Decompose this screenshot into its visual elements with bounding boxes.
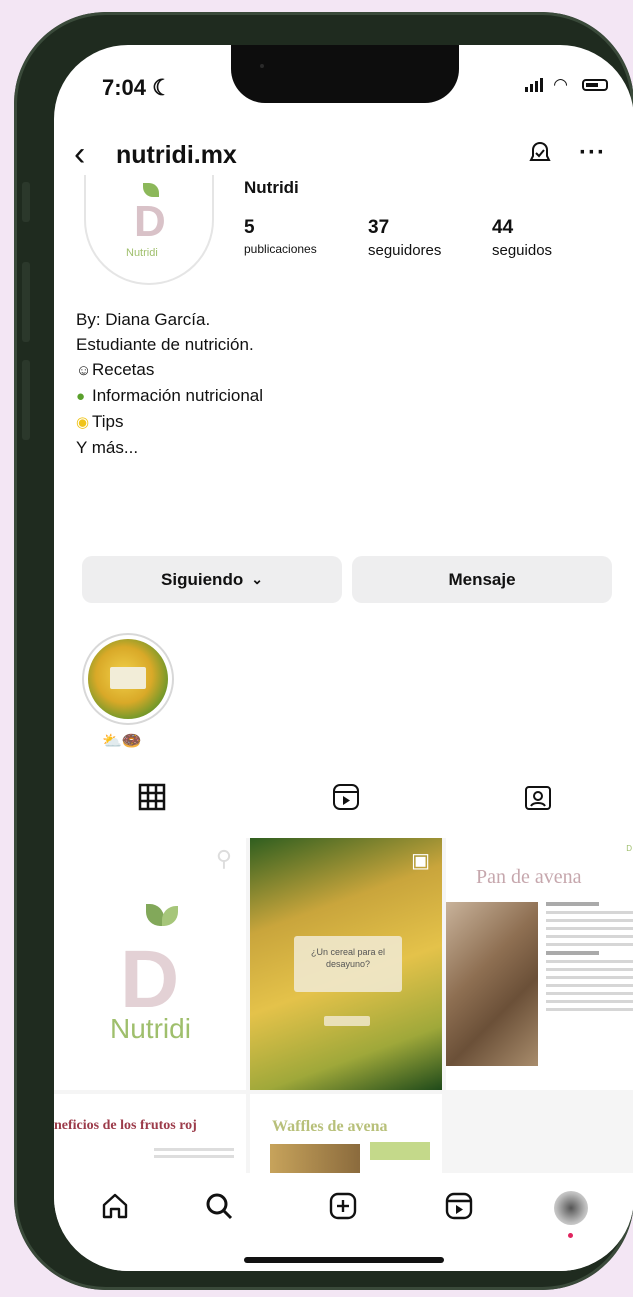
pin-icon: ⚲ xyxy=(215,846,232,871)
profile-avatar[interactable] xyxy=(554,1191,588,1225)
bio: By: Diana García. Estudiante de nutrició… xyxy=(76,310,264,457)
chevron-down-icon: ⌄ xyxy=(251,571,263,587)
notch xyxy=(231,45,459,103)
status-icons: ◠ xyxy=(525,75,608,95)
tagged-icon[interactable] xyxy=(524,783,552,818)
post-pan-avena[interactable]: D Pan de avena xyxy=(446,838,633,1090)
battery-icon xyxy=(582,79,608,91)
home-icon[interactable] xyxy=(100,1191,130,1228)
lightbulb-icon: ◉ xyxy=(76,414,90,431)
back-button[interactable]: ‹ xyxy=(74,137,85,171)
post-reel-cereal[interactable]: ▣ ¿Un cereal para el desayuno? xyxy=(250,838,442,1090)
wifi-icon: ◠ xyxy=(553,75,572,94)
following-button[interactable]: Siguiendo ⌄ xyxy=(82,556,342,603)
status-time: 7:04 ☾ xyxy=(102,75,172,100)
search-icon[interactable] xyxy=(204,1191,234,1228)
leaf-icon xyxy=(143,183,159,197)
avatar[interactable]: D Nutridi xyxy=(84,175,214,285)
apple-icon: ● xyxy=(76,388,86,405)
volume-down-button xyxy=(22,360,30,440)
username: nutridi.mx xyxy=(116,141,237,169)
bread-image xyxy=(446,902,538,1066)
highlight-label: ⛅🍩 xyxy=(102,733,142,750)
story-highlight[interactable] xyxy=(82,633,174,725)
post-frutos-rojos[interactable]: neficios de los frutos roj xyxy=(54,1094,246,1173)
mute-switch xyxy=(22,182,30,222)
stat-posts[interactable]: 5 publicaciones xyxy=(244,217,317,256)
home-indicator xyxy=(244,1257,444,1263)
post-logo[interactable]: ⚲ D Nutridi xyxy=(54,838,246,1090)
stat-following[interactable]: 44 seguidos xyxy=(492,217,552,259)
more-icon[interactable]: ··· xyxy=(579,139,606,167)
bottom-nav xyxy=(54,1173,633,1271)
add-post-icon[interactable] xyxy=(328,1191,358,1228)
profile-name: Nutridi xyxy=(244,178,299,197)
signal-icon xyxy=(525,78,544,92)
phone-frame: 7:04 ☾ ◠ ‹ nutridi.mx ··· D Nutridi Nutr… xyxy=(14,12,633,1290)
reels-tab-icon[interactable] xyxy=(332,783,360,818)
post-waffles[interactable]: Waffles de avena xyxy=(250,1094,442,1173)
bell-icon[interactable] xyxy=(528,141,552,174)
stat-followers[interactable]: 37 seguidores xyxy=(368,217,441,259)
chef-icon: ☺ xyxy=(76,362,92,379)
reel-badge-icon: ▣ xyxy=(411,850,430,872)
screen: 7:04 ☾ ◠ ‹ nutridi.mx ··· D Nutridi Nutr… xyxy=(54,45,633,1271)
moon-icon: ☾ xyxy=(152,75,172,100)
volume-up-button xyxy=(22,262,30,342)
message-button[interactable]: Mensaje xyxy=(352,556,612,603)
notification-dot xyxy=(568,1233,573,1238)
profile-tabs xyxy=(54,783,633,833)
post-grid: ⚲ D Nutridi ▣ ¿Un cereal para el desayun… xyxy=(54,838,633,1173)
reels-icon[interactable] xyxy=(444,1191,474,1228)
grid-icon[interactable] xyxy=(138,783,166,818)
